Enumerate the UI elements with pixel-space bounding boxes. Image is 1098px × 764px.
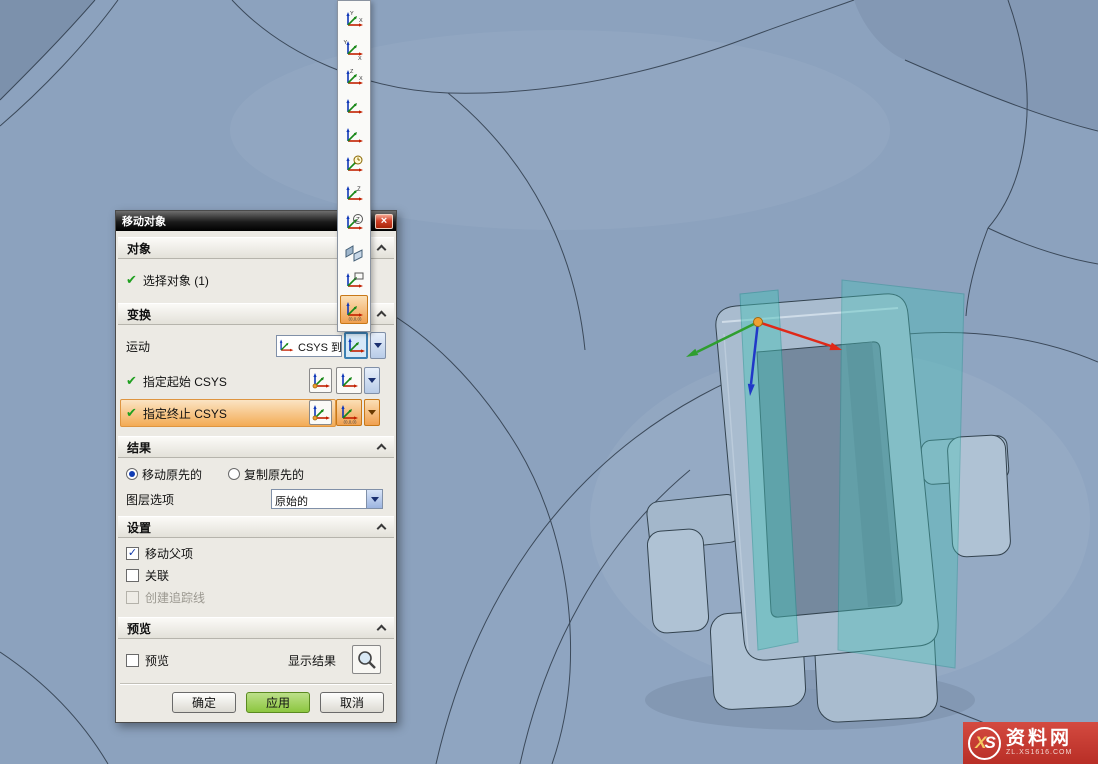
csys-icon: (0,0,0) xyxy=(338,402,360,424)
csys-origin-handle xyxy=(754,318,763,327)
start-csys-options-arrow[interactable] xyxy=(364,367,380,394)
svg-text:Y: Y xyxy=(350,11,354,17)
csys-origin-xpoint-ypoint-icon[interactable]: YX xyxy=(340,34,368,63)
csys-offset-icon[interactable]: Z xyxy=(340,179,368,208)
section-result[interactable]: 结果 xyxy=(118,436,394,458)
collapse-chevron-icon[interactable] xyxy=(377,311,387,321)
associative-checkbox[interactable] xyxy=(126,569,139,582)
motion-options-arrow[interactable] xyxy=(370,332,386,359)
csys-inferred-icon[interactable]: YX xyxy=(340,5,368,34)
datum-plane-right xyxy=(838,280,964,668)
layer-option-row: 图层选项 原始的 xyxy=(116,487,394,511)
show-result-label: 显示结果 xyxy=(288,652,336,669)
motion-value: CSYS 到 xyxy=(295,336,341,356)
move-original-radio[interactable] xyxy=(126,468,138,480)
result-radio-row: 移动原先的 复制原先的 xyxy=(116,463,394,485)
cancel-button[interactable]: 取消 xyxy=(320,692,384,713)
start-csys-label: 指定起始 CSYS xyxy=(143,373,227,390)
svg-text:X: X xyxy=(359,18,363,24)
watermark-subtitle: ZL.XS1616.COM xyxy=(1006,749,1072,756)
close-icon[interactable]: × xyxy=(375,214,393,229)
trace-label: 创建追踪线 xyxy=(145,589,205,606)
check-icon: ✔ xyxy=(126,405,137,421)
preview-label: 预览 xyxy=(145,652,169,669)
watermark-logo-icon: XS xyxy=(968,727,1001,760)
footer-divider xyxy=(120,683,392,685)
footer-buttons: 确定 应用 取消 xyxy=(116,692,396,713)
svg-text:Z: Z xyxy=(356,217,360,223)
svg-text:X: X xyxy=(359,76,363,82)
csys-axes-icon[interactable] xyxy=(340,121,368,150)
svg-text:Z: Z xyxy=(350,69,354,75)
layer-option-dropdown[interactable]: 原始的 xyxy=(271,489,383,509)
csys-dialog-icon xyxy=(310,370,332,392)
watermark-title: 资料网 xyxy=(1006,729,1072,749)
point-dialog-icon[interactable]: Z xyxy=(340,208,368,237)
start-csys-row[interactable]: ✔ 指定起始 CSYS xyxy=(116,365,394,397)
end-csys-row[interactable]: ✔ 指定终止 CSYS (0,0,0) xyxy=(116,397,394,429)
copy-original-radio[interactable] xyxy=(228,468,240,480)
start-csys-dialog-button[interactable] xyxy=(309,368,332,393)
watermark: XS 资料网 ZL.XS1616.COM xyxy=(963,722,1098,764)
dropdown-arrow-icon[interactable] xyxy=(366,490,382,508)
show-result-button[interactable] xyxy=(352,645,381,674)
csys-dynamic-icon[interactable] xyxy=(340,150,368,179)
magnifier-icon xyxy=(356,649,378,671)
end-csys-options-arrow[interactable] xyxy=(364,399,380,426)
motion-label: 运动 xyxy=(126,338,150,355)
associative-row: 关联 xyxy=(116,565,394,585)
check-icon: ✔ xyxy=(126,272,137,288)
svg-text:Y: Y xyxy=(344,40,348,46)
associative-label: 关联 xyxy=(145,567,169,584)
ok-button[interactable]: 确定 xyxy=(172,692,236,713)
csys-dialog-icon xyxy=(310,402,332,424)
check-icon: ✔ xyxy=(126,373,137,389)
csys-dialog-icon[interactable]: (0,0,0) xyxy=(340,295,368,324)
section-settings-label: 设置 xyxy=(127,519,378,536)
select-object-label: 选择对象 (1) xyxy=(143,272,209,289)
svg-text:(0,0,0): (0,0,0) xyxy=(344,419,358,424)
copy-original-label: 复制原先的 xyxy=(244,466,304,483)
move-parent-label: 移动父项 xyxy=(145,545,193,562)
csys-to-csys-icon xyxy=(277,336,295,356)
csys-icon xyxy=(338,370,360,392)
datum-planes[interactable] xyxy=(740,280,964,668)
move-parent-row: ✓ 移动父项 xyxy=(116,543,394,563)
csys-toolbar: YXYXZXZZ(0,0,0) xyxy=(337,0,371,332)
svg-text:(0,0,0): (0,0,0) xyxy=(349,316,363,321)
preview-row: 预览 显示结果 xyxy=(116,643,394,677)
csys-current-view-icon[interactable] xyxy=(340,266,368,295)
application-window: XS 资料网 ZL.XS1616.COM 移动对象 × 对象 ✔ 选择对象 (1… xyxy=(0,0,1098,764)
collapse-chevron-icon[interactable] xyxy=(377,625,387,635)
section-settings[interactable]: 设置 xyxy=(118,516,394,538)
end-csys-label: 指定终止 CSYS xyxy=(143,405,227,422)
layer-option-value: 原始的 xyxy=(272,490,366,508)
csys-plane-axis-icon[interactable] xyxy=(340,237,368,266)
layer-option-label: 图层选项 xyxy=(126,491,174,508)
csys-icon xyxy=(345,335,367,357)
motion-row: 运动 CSYS 到 xyxy=(116,331,394,361)
csys-zaxis-xaxis-icon[interactable]: ZX xyxy=(340,63,368,92)
svg-text:X: X xyxy=(358,56,362,60)
section-result-label: 结果 xyxy=(127,439,378,456)
collapse-chevron-icon[interactable] xyxy=(377,444,387,454)
trace-checkbox xyxy=(126,591,139,604)
apply-button[interactable]: 应用 xyxy=(246,692,310,713)
section-preview[interactable]: 预览 xyxy=(118,617,394,639)
trace-row: 创建追踪线 xyxy=(116,587,394,607)
motion-dropdown[interactable]: CSYS 到 xyxy=(276,335,342,357)
collapse-chevron-icon[interactable] xyxy=(377,524,387,534)
motion-csys-button[interactable] xyxy=(344,332,368,359)
start-csys-method-button[interactable] xyxy=(336,367,362,394)
end-csys-method-button[interactable]: (0,0,0) xyxy=(336,399,362,426)
section-preview-label: 预览 xyxy=(127,620,378,637)
collapse-chevron-icon[interactable] xyxy=(377,245,387,255)
svg-text:Z: Z xyxy=(357,187,361,193)
end-csys-dialog-button[interactable] xyxy=(309,400,332,425)
preview-checkbox[interactable] xyxy=(126,654,139,667)
move-original-label: 移动原先的 xyxy=(142,466,202,483)
move-parent-checkbox[interactable]: ✓ xyxy=(126,547,139,560)
csys-xaxis-yaxis-icon[interactable] xyxy=(340,92,368,121)
